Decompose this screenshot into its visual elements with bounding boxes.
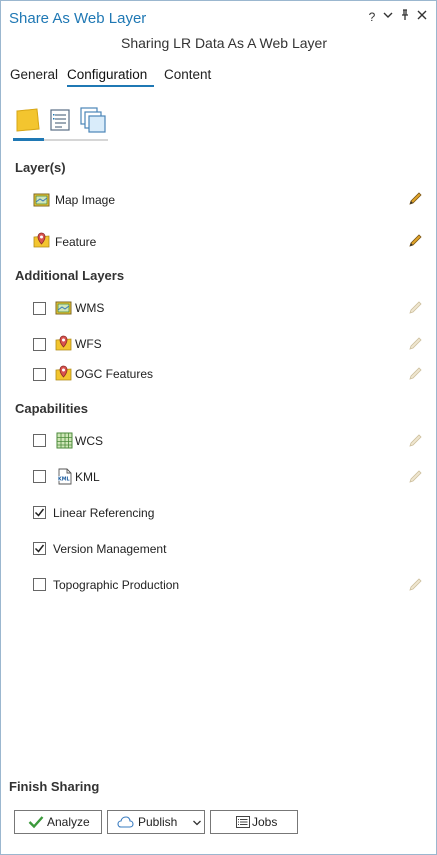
checkmark-icon (34, 544, 45, 553)
cloud-icon (117, 815, 134, 828)
wfs-checkbox[interactable] (33, 338, 46, 351)
linear-referencing-checkbox[interactable] (33, 506, 46, 519)
pages-icon (80, 107, 106, 133)
pin-icon (402, 9, 408, 20)
analyze-button[interactable]: Analyze (14, 810, 102, 834)
capabilities-heading: Capabilities (15, 401, 88, 416)
wcs-grid-icon (56, 432, 73, 449)
ogc-features-icon (55, 365, 72, 382)
svg-text:KML: KML (58, 477, 70, 483)
properties-icon (50, 109, 70, 131)
options-menu-button[interactable] (381, 9, 395, 24)
feature-edit-button[interactable] (407, 233, 423, 249)
tab-configuration[interactable]: Configuration (67, 67, 147, 82)
pencil-icon (409, 470, 422, 483)
icon-tab-layers[interactable] (13, 105, 43, 135)
list-icon (236, 816, 250, 828)
jobs-label: Jobs (252, 815, 278, 829)
kml-label: KML (75, 470, 100, 484)
topographic-production-edit-button[interactable] (407, 577, 423, 593)
wfs-edit-button[interactable] (407, 336, 423, 352)
icon-tab-properties[interactable] (48, 105, 78, 135)
finish-sharing-heading: Finish Sharing (9, 779, 100, 794)
analyze-label: Analyze (47, 815, 90, 829)
publish-button[interactable]: Publish (107, 810, 205, 834)
kml-checkbox[interactable] (33, 470, 46, 483)
close-button[interactable] (415, 9, 429, 24)
pane-title: Share As Web Layer (9, 10, 147, 27)
publish-label: Publish (138, 815, 178, 829)
feature-layer-icon (33, 232, 50, 249)
pencil-icon (409, 301, 422, 314)
wms-checkbox[interactable] (33, 302, 46, 315)
kml-file-icon: KML (56, 468, 73, 485)
icon-tab-pages[interactable] (79, 105, 109, 135)
version-management-checkbox[interactable] (33, 542, 46, 555)
pin-button[interactable] (398, 9, 412, 24)
ogc-features-edit-button[interactable] (407, 366, 423, 382)
chevron-down-icon (193, 820, 201, 826)
tab-content[interactable]: Content (164, 67, 211, 82)
jobs-button[interactable]: Jobs (210, 810, 298, 834)
pane-subtitle: Sharing LR Data As A Web Layer (121, 35, 327, 51)
wfs-icon (55, 335, 72, 352)
layers-icon (16, 108, 40, 132)
wms-label: WMS (75, 301, 105, 315)
layers-heading: Layer(s) (15, 160, 66, 175)
wcs-label: WCS (75, 434, 103, 448)
tab-general[interactable]: General (10, 67, 58, 82)
chevron-down-icon (383, 12, 393, 18)
active-icon-tab-indicator (13, 138, 44, 141)
pencil-icon (409, 578, 422, 591)
pencil-icon (409, 434, 422, 447)
pencil-icon (409, 337, 422, 350)
topographic-production-checkbox[interactable] (33, 578, 46, 591)
ogc-features-checkbox[interactable] (33, 368, 46, 381)
feature-label: Feature (55, 235, 97, 249)
additional-layers-heading: Additional Layers (15, 268, 125, 283)
checkmark-icon (34, 508, 45, 517)
map-image-icon (33, 192, 50, 209)
kml-edit-button[interactable] (407, 469, 423, 485)
help-button[interactable]: ? (365, 10, 379, 24)
wms-edit-button[interactable] (407, 300, 423, 316)
map-image-label: Map Image (55, 193, 116, 207)
close-icon (417, 10, 427, 20)
map-image-edit-button[interactable] (407, 191, 423, 207)
ogc-features-label: OGC Features (75, 367, 154, 381)
active-tab-indicator (67, 85, 154, 87)
checkmark-icon (28, 816, 44, 829)
wms-icon (55, 300, 72, 317)
pencil-icon (409, 367, 422, 380)
wfs-label: WFS (75, 337, 102, 351)
linear-referencing-label: Linear Referencing (53, 506, 155, 520)
topographic-production-label: Topographic Production (53, 578, 180, 592)
version-management-label: Version Management (53, 542, 167, 556)
wcs-edit-button[interactable] (407, 433, 423, 449)
pencil-icon (409, 234, 422, 247)
share-web-layer-pane: Share As Web Layer ? Sharing LR Data As … (0, 0, 437, 855)
pencil-icon (409, 192, 422, 205)
wcs-checkbox[interactable] (33, 434, 46, 447)
